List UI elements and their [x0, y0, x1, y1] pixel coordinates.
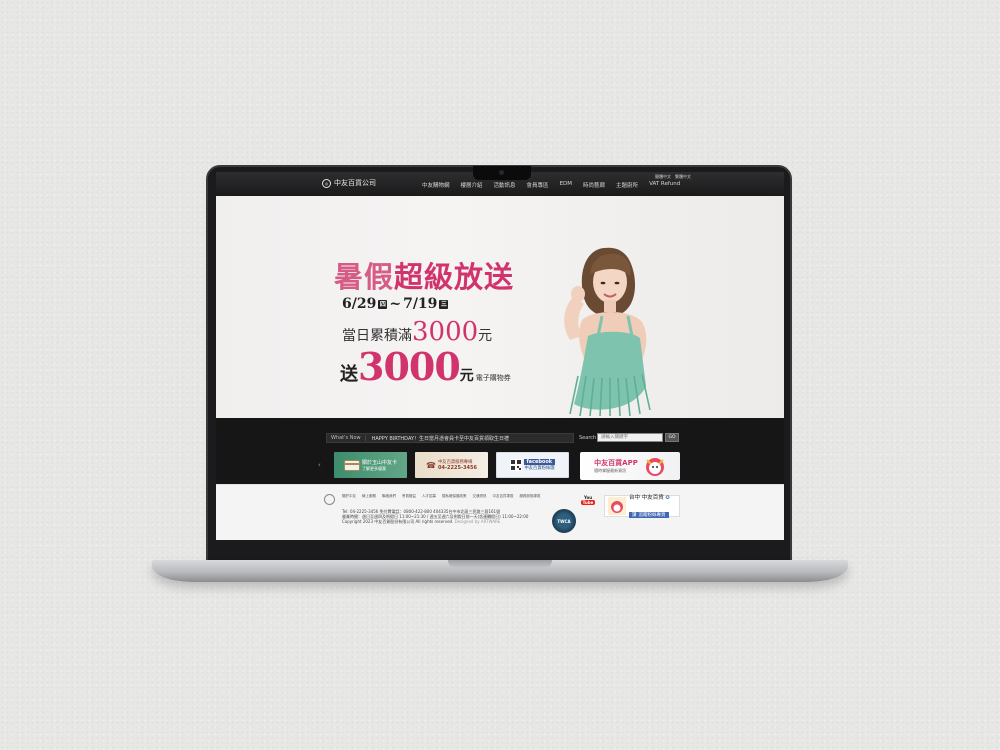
nav-item-events[interactable]: 活動訊息 [494, 181, 516, 189]
qr-code-icon [510, 459, 523, 471]
mascot-icon [645, 458, 664, 476]
day-end-badge: 三 [439, 299, 449, 309]
nav-item-shop[interactable]: 中友購物網 [422, 181, 450, 189]
promo-credit-card[interactable]: 關於玉山中友卡 了解更多優惠 [334, 452, 407, 478]
lang-simplified[interactable]: 簡體中文 [655, 174, 671, 180]
promo-app-sub: 隨時掌握最新資訊 [594, 468, 627, 473]
promo-app[interactable]: 中友百貨APP 隨時掌握最新資訊 [580, 452, 680, 480]
model-illustration [564, 247, 651, 417]
laptop-base-notch [448, 560, 552, 568]
spend-text: 當日累積滿 [342, 328, 412, 344]
footer-link-members[interactable]: 會員權益 [402, 494, 416, 499]
nav-item-members[interactable]: 會員專區 [527, 181, 549, 189]
date-start: 6/29 [342, 296, 377, 312]
ticker-strip: What's Now HAPPY BIRTHDAY！生日當月憑會員卡至中友百貨領… [216, 418, 784, 484]
lang-traditional[interactable]: 繁體中文 [675, 174, 691, 180]
spend-unit: 元 [478, 328, 493, 344]
site-logo[interactable]: ◎ 中友百貨公司 [322, 178, 376, 188]
logo-text: 中友百貨公司 [334, 179, 376, 187]
nav-item-gallery[interactable]: 時尚藝廊 [583, 181, 605, 189]
footer-link-contact[interactable]: 聯絡我們 [382, 494, 396, 499]
promo-facebook[interactable]: facebook 中友百貨粉絲團 [496, 452, 569, 478]
fb-verified-icon: ✪ [665, 494, 670, 501]
gift-line: 送 3000 元 電子購物券 [340, 344, 511, 389]
headline-strong: 超級放送 [394, 260, 515, 294]
news-ticker[interactable]: What's Now HAPPY BIRTHDAY！生日當月憑會員卡至中友百貨領… [326, 433, 574, 443]
promo-credit-card-sub: 了解更多優惠 [361, 465, 386, 471]
whats-now-label: What's Now [327, 435, 366, 441]
nav-item-vat-refund[interactable]: VAT Refund [649, 181, 680, 189]
footer-copyright: Copyright 2023 中友百貨股份有限公司 All rights res… [342, 519, 454, 525]
promo-dates: 6/29 四 ~ 7/19 三 [342, 296, 449, 312]
promo-credit-card-title: 關於玉山中友卡 [361, 459, 397, 466]
promo-carousel: ‹ 關於玉山中友卡 了解更多優惠 ☎ 中友百貨服務專線 04-2225-3456… [318, 452, 569, 478]
credit-card-icon [343, 459, 360, 471]
gift-send: 送 [340, 364, 358, 385]
youtube-bottom: Tube [580, 500, 596, 505]
footer-link-online[interactable]: 線上服務 [362, 494, 376, 499]
language-switch: 簡體中文 繁體中文 [655, 174, 691, 180]
fb-title: 台中 中友百貨 ✪ [629, 493, 670, 501]
carousel-prev-icon[interactable]: ‹ [318, 461, 326, 469]
fb-avatar-icon [608, 497, 626, 515]
camera-notch [473, 166, 531, 180]
facebook-page-widget[interactable]: 台中 中友百貨 ✪ 讚 追蹤粉絲專頁 [604, 493, 680, 518]
fb-like-label: 讚 [632, 512, 637, 518]
spend-line: 當日累積滿 3000 元 [342, 317, 492, 347]
fb-follow: 讚 追蹤粉絲專頁 [629, 511, 669, 518]
twca-badge[interactable]: TWCA [552, 509, 576, 533]
footer-info: Tel: 04-2225-3456 免付費電話：0800-422-800 404… [342, 509, 552, 525]
footer-copyright-line: Copyright 2023 中友百貨股份有限公司 All rights res… [342, 519, 552, 524]
banner-headline: 暑假超級放送 [334, 254, 514, 296]
laptop-screen: ◎ 中友百貨公司 中友購物網 樓層介紹 活動訊息 會員專區 EDM 時尚藝廊 主… [216, 172, 784, 540]
day-start-badge: 四 [378, 299, 388, 309]
promo-hotline[interactable]: ☎ 中友百貨服務專線 04-2225-3456 [415, 452, 488, 478]
nav-item-theme[interactable]: 主題廚所 [616, 181, 638, 189]
footer-designed: Designed by ARTWARE [454, 519, 501, 525]
logo-icon: ◎ [322, 178, 331, 188]
search-input[interactable] [597, 433, 663, 442]
gift-unit: 元 [459, 368, 474, 384]
nav-item-edm[interactable]: EDM [560, 181, 572, 189]
gift-amount: 3000 [358, 344, 461, 389]
hero-banner[interactable]: 暑假超級放送 6/29 四 ~ 7/19 三 當日累積滿 3000 元 送 30… [216, 196, 784, 418]
footer-logo-icon [324, 494, 335, 505]
promo-hotline-phone: 04-2225-3456 [438, 465, 477, 471]
nav-menu: 中友購物網 樓層介紹 活動訊息 會員專區 EDM 時尚藝廊 主題廚所 VAT R… [422, 181, 680, 189]
footer-link-careers[interactable]: 人才招募 [422, 494, 436, 499]
date-end: 7/19 [403, 296, 438, 312]
youtube-link[interactable]: You Tube [580, 495, 596, 517]
gift-voucher: 電子購物券 [475, 374, 511, 382]
fb-follow-label[interactable]: 追蹤粉絲專頁 [639, 512, 666, 518]
footer-link-about[interactable]: 關於中友 [342, 494, 356, 499]
footer-links: 關於中友 線上服務 聯絡我們 會員權益 人才招募 隱私權保護政策 交通資訊 中友… [342, 494, 542, 499]
promo-facebook-sub: 中友百貨粉絲團 [524, 466, 555, 471]
nav-item-floors[interactable]: 樓層介紹 [461, 181, 483, 189]
footer-link-zone[interactable]: 中友百貨專區 [493, 494, 514, 499]
footer-link-privacy[interactable]: 隱私權保護政策 [442, 494, 467, 499]
search-go-button[interactable]: GO [665, 433, 679, 442]
ticker-text[interactable]: HAPPY BIRTHDAY！生日當月憑會員卡至中友百貨領取生日禮 [366, 435, 509, 442]
promo-app-title: 中友百貨APP [594, 459, 638, 467]
headline-pale: 暑假 [334, 260, 395, 294]
footer-link-facilities[interactable]: 服務設施專區 [520, 494, 541, 499]
fb-title-text: 台中 中友百貨 [629, 494, 664, 501]
search-label: Search [579, 435, 597, 441]
phone-icon: ☎ [426, 460, 436, 470]
footer-link-traffic[interactable]: 交通資訊 [473, 494, 487, 499]
site-footer: 關於中友 線上服務 聯絡我們 會員權益 人才招募 隱私權保護政策 交通資訊 中友… [216, 484, 784, 540]
date-separator: ~ [389, 296, 402, 312]
spend-amount: 3000 [412, 317, 479, 347]
